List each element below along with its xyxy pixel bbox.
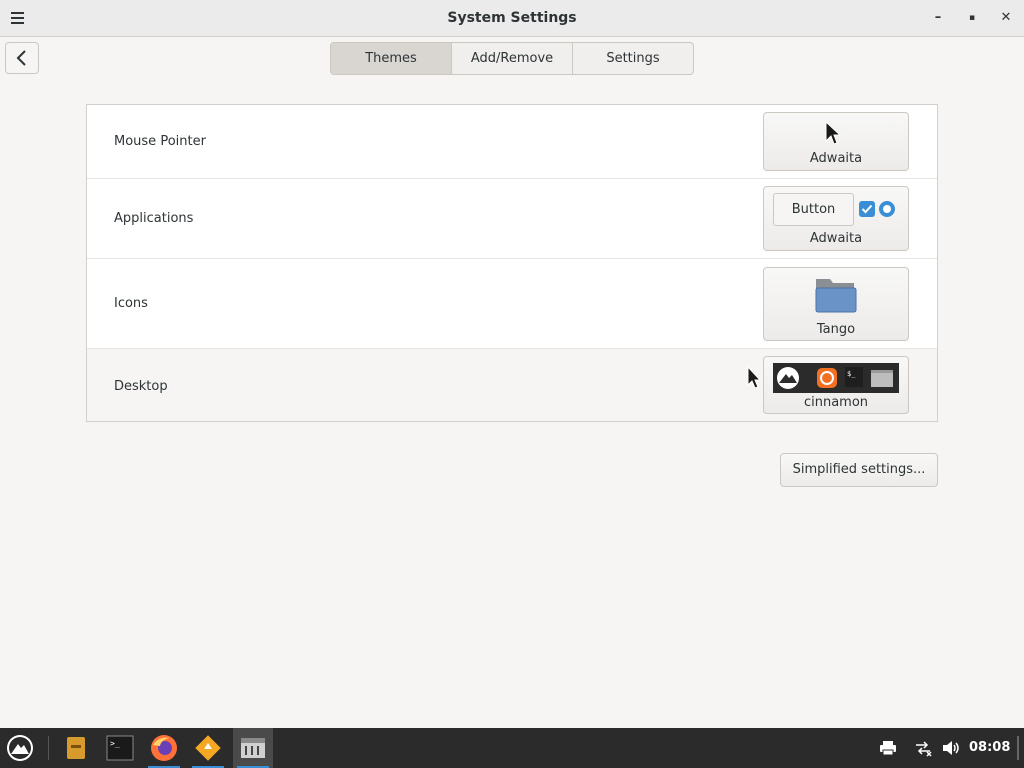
applications-theme-button[interactable]: Button Adwaita [763, 186, 909, 251]
terminal-preview-icon: $_ [845, 367, 863, 387]
taskbar: >_ 08:08 [0, 728, 1024, 768]
icons-theme-button[interactable]: Tango [763, 267, 909, 341]
clock[interactable]: 08:08 [969, 728, 1010, 768]
printer-icon[interactable] [879, 740, 897, 756]
pointer-preview-icon [825, 121, 842, 145]
mouse-pointer-theme-name: Adwaita [809, 151, 863, 166]
simplified-settings-button[interactable]: Simplified settings... [780, 453, 938, 487]
title-bar: System Settings – ▪ ✕ [0, 0, 1024, 37]
taskbar-system-settings[interactable] [233, 728, 273, 768]
terminal-icon: >_ [106, 735, 134, 761]
desktop-panel-preview: $_ [773, 363, 899, 393]
desktop-label: Desktop [114, 379, 168, 394]
maximize-button[interactable]: ▪ [962, 8, 982, 28]
back-button[interactable] [5, 42, 39, 74]
desktop-theme-button[interactable]: $_ cinnamon [763, 356, 909, 414]
taskbar-firefox[interactable] [144, 728, 184, 768]
desktop-theme-name: cinnamon [803, 395, 869, 410]
svg-text:>_: >_ [110, 739, 120, 748]
folder-preview-icon [871, 370, 893, 387]
applications-theme-name: Adwaita [809, 231, 863, 246]
tab-add-remove[interactable]: Add/Remove [452, 43, 573, 74]
taskbar-software[interactable] [188, 728, 228, 768]
tab-settings[interactable]: Settings [573, 43, 693, 74]
icons-label: Icons [114, 296, 148, 311]
mouse-pointer-theme-button[interactable]: Adwaita [763, 112, 909, 171]
update-manager-icon [817, 368, 837, 388]
menu-icon [7, 735, 33, 761]
list-item-desktop: Desktop $_ cinnamon [87, 349, 937, 421]
chevron-left-icon [16, 50, 26, 66]
list-item-applications: Applications Button Adwaita [87, 179, 937, 259]
preview-button: Button [773, 193, 854, 226]
minimize-button[interactable]: – [928, 8, 948, 28]
mouse-cursor-icon [747, 366, 762, 389]
svg-text:$_: $_ [847, 370, 856, 378]
list-item-icons: Icons Tango [87, 259, 937, 349]
list-item-mouse-pointer: Mouse Pointer Adwaita [87, 105, 937, 179]
window-title: System Settings [447, 10, 577, 26]
taskbar-file-manager[interactable] [56, 728, 96, 768]
volume-icon[interactable] [941, 739, 961, 757]
themes-list: Mouse Pointer Adwaita Applications Butto… [86, 104, 938, 422]
menu-button[interactable] [0, 728, 40, 768]
tab-themes[interactable]: Themes [331, 43, 452, 74]
network-disconnected-icon[interactable] [914, 739, 932, 757]
close-button[interactable]: ✕ [996, 8, 1016, 28]
taskbar-separator [48, 736, 49, 760]
folder-icon [815, 279, 857, 313]
file-manager-icon [67, 737, 85, 759]
applications-label: Applications [114, 211, 194, 226]
cinnamon-logo-icon [777, 367, 799, 389]
firefox-icon [151, 735, 177, 761]
radio-selected-icon [879, 201, 895, 217]
icons-theme-name: Tango [816, 322, 856, 337]
software-icon [195, 735, 221, 761]
show-desktop-handle[interactable] [1017, 736, 1019, 760]
checkbox-checked-icon [859, 201, 875, 217]
taskbar-terminal[interactable]: >_ [100, 728, 140, 768]
system-settings-icon [241, 738, 265, 758]
mouse-pointer-label: Mouse Pointer [114, 134, 206, 149]
tab-bar: Themes Add/Remove Settings [330, 42, 694, 75]
